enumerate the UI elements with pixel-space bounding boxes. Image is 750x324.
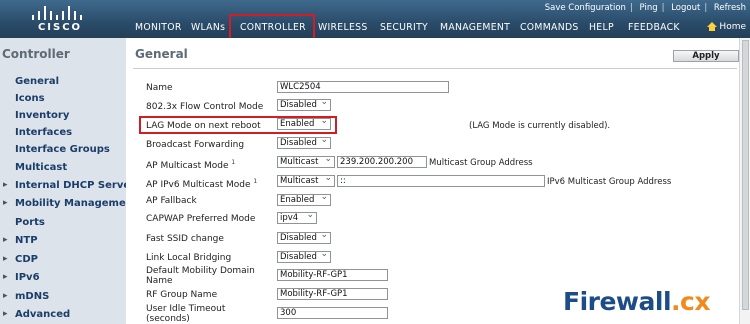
- ap-fallback-select[interactable]: Enabled: [277, 192, 331, 206]
- sidebar-item-inventory[interactable]: Inventory: [15, 110, 69, 121]
- lag-mode-select[interactable]: Enabled: [277, 116, 331, 130]
- idle-timeout-label: User Idle Timeout (seconds): [146, 304, 225, 324]
- sidebar-title: Controller: [2, 47, 70, 61]
- ap-ipv6-multicast-address-input[interactable]: ::: [337, 175, 545, 187]
- sidebar-item-advanced[interactable]: Advanced: [3, 309, 70, 320]
- flow-control-select[interactable]: Disabled: [277, 97, 331, 111]
- ap-fallback-label: AP Fallback: [146, 196, 197, 206]
- main-panel: General Apply Name WLC2504 802.3x Flow C…: [126, 38, 750, 324]
- mobility-domain-input[interactable]: Mobility-RF-GP1: [277, 269, 388, 281]
- broadcast-forwarding-select[interactable]: Disabled: [277, 135, 331, 149]
- nav-monitor[interactable]: MONITOR: [135, 22, 182, 33]
- sidebar-item-internal-dhcp-server[interactable]: Internal DHCP Server: [3, 180, 135, 191]
- sidebar-item-interface-groups[interactable]: Interface Groups: [15, 144, 110, 155]
- nav-help[interactable]: HELP: [589, 22, 614, 33]
- lag-mode-label: LAG Mode on next reboot: [146, 121, 261, 131]
- ap-ipv6-multicast-note: IPv6 Multicast Group Address: [547, 177, 672, 187]
- ap-multicast-label: AP Multicast Mode 1: [146, 158, 235, 171]
- page-title: General: [135, 47, 188, 61]
- nav-feedback[interactable]: FEEDBACK: [628, 22, 680, 33]
- top-header: CISCO Save Configuration | Ping | Logout | …: [0, 0, 750, 38]
- home-label: Home: [719, 22, 746, 32]
- nav-commands[interactable]: COMMANDS: [520, 22, 579, 33]
- sidebar-item-interfaces[interactable]: Interfaces: [15, 127, 72, 138]
- sidebar-item-mdns[interactable]: mDNS: [3, 291, 49, 302]
- logout-link[interactable]: Logout: [671, 3, 700, 13]
- link-local-bridging-select[interactable]: Disabled: [277, 249, 331, 263]
- home-icon: [707, 22, 718, 31]
- firewall-cx-watermark: Firewall.cx: [563, 287, 710, 316]
- ap-multicast-mode-select[interactable]: Multicast: [277, 154, 335, 168]
- apply-button[interactable]: Apply: [673, 50, 739, 62]
- vertical-scrollbar[interactable]: [739, 38, 750, 324]
- ap-ipv6-multicast-mode-select[interactable]: Multicast: [277, 173, 335, 187]
- rf-group-label: RF Group Name: [146, 290, 218, 300]
- nav-security[interactable]: SECURITY: [380, 22, 428, 33]
- sidebar-item-ipv6[interactable]: IPv6: [3, 272, 39, 283]
- sidebar-item-cdp[interactable]: CDP: [3, 254, 38, 265]
- ap-multicast-note: Multicast Group Address: [429, 158, 533, 168]
- sidebar-item-multicast[interactable]: Multicast: [15, 162, 67, 173]
- sidebar: Controller General Icons Inventory Inter…: [0, 38, 138, 324]
- ap-ipv6-multicast-label-text: AP IPv6 Multicast Mode: [146, 180, 251, 190]
- ping-link[interactable]: Ping: [640, 3, 658, 13]
- ap-ipv6-multicast-label: AP IPv6 Multicast Mode 1: [146, 177, 257, 190]
- broadcast-forwarding-label: Broadcast Forwarding: [146, 140, 245, 150]
- scrollbar-thumb[interactable]: [742, 40, 749, 310]
- ap-multicast-label-text: AP Multicast Mode: [146, 161, 229, 171]
- ap-multicast-address-input[interactable]: 239.200.200.200: [337, 156, 427, 168]
- fast-ssid-select[interactable]: Disabled: [277, 230, 331, 244]
- idle-timeout-input[interactable]: 300: [277, 307, 388, 319]
- mobility-domain-label-line1: Default Mobility Domain: [146, 266, 255, 276]
- idle-timeout-label-line2: (seconds): [146, 314, 190, 324]
- nav-wireless[interactable]: WIRELESS: [318, 22, 368, 33]
- lag-mode-note: (LAG Mode is currently disabled).: [469, 121, 611, 131]
- sidebar-item-ports[interactable]: Ports: [15, 217, 45, 228]
- name-input[interactable]: WLC2504: [277, 81, 449, 93]
- main-nav: MONITOR WLANs CONTROLLER WIRELESS SECURI…: [0, 22, 750, 38]
- watermark-main: Firewall: [563, 287, 672, 316]
- sidebar-item-mobility-management[interactable]: Mobility Management: [3, 198, 138, 209]
- sidebar-item-general[interactable]: General: [15, 76, 59, 87]
- title-divider: [133, 68, 737, 69]
- nav-wlans[interactable]: WLANs: [191, 22, 225, 33]
- flow-control-label: 802.3x Flow Control Mode: [146, 102, 264, 112]
- save-configuration-link[interactable]: Save Configuration: [545, 3, 626, 13]
- refresh-link[interactable]: Refresh: [714, 3, 746, 13]
- capwap-mode-select[interactable]: ipv4: [277, 210, 317, 224]
- idle-timeout-label-line1: User Idle Timeout: [146, 304, 226, 314]
- watermark-suffix: .cx: [671, 287, 710, 316]
- mobility-domain-label: Default Mobility Domain Name: [146, 266, 255, 286]
- ap-multicast-help-link[interactable]: 1: [231, 159, 235, 166]
- mobility-domain-label-line2: Name: [146, 276, 173, 286]
- link-local-bridging-label: Link Local Bridging: [146, 253, 232, 263]
- sidebar-item-icons[interactable]: Icons: [15, 93, 45, 104]
- nav-management[interactable]: MANAGEMENT: [440, 22, 510, 33]
- fast-ssid-label: Fast SSID change: [146, 234, 224, 244]
- capwap-mode-label: CAPWAP Preferred Mode: [146, 214, 256, 224]
- cisco-logo-bars: [31, 4, 87, 20]
- name-label: Name: [146, 83, 173, 93]
- sidebar-item-ntp[interactable]: NTP: [3, 235, 37, 246]
- home-link[interactable]: Home: [707, 22, 746, 32]
- rf-group-input[interactable]: Mobility-RF-GP1: [277, 288, 388, 300]
- ap-ipv6-multicast-help-link[interactable]: 1: [253, 178, 257, 185]
- top-links: Save Configuration | Ping | Logout | Refres…: [544, 3, 746, 13]
